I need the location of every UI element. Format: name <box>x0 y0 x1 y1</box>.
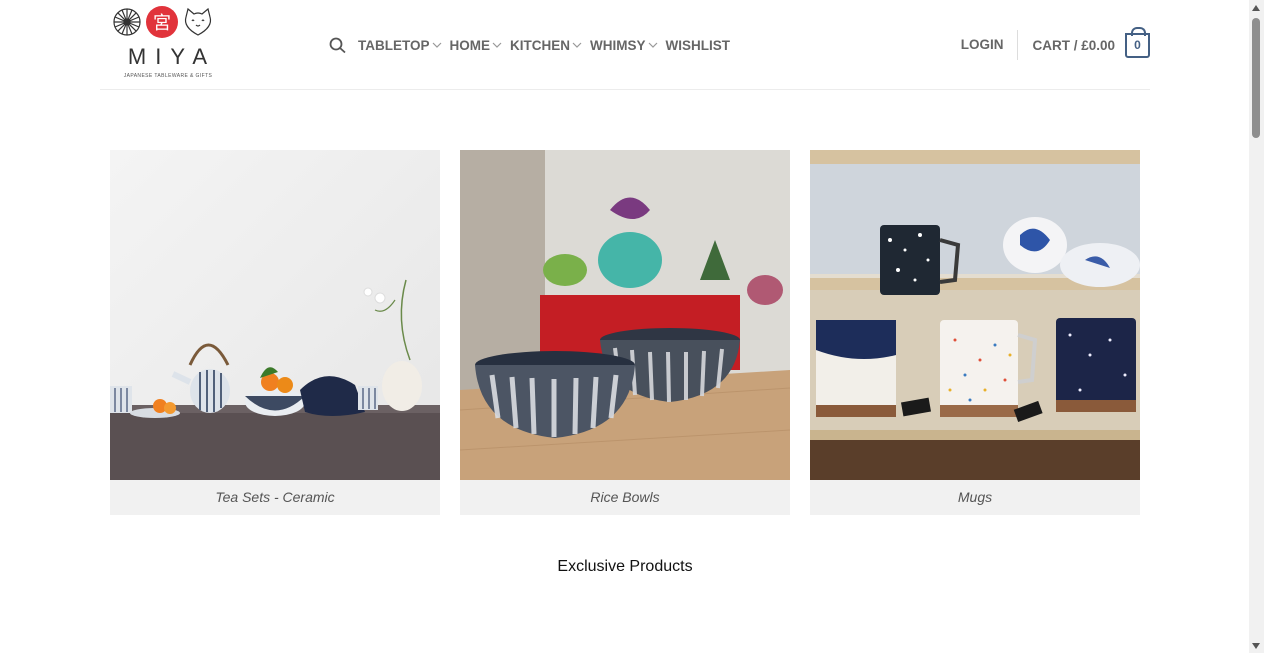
cart-link[interactable]: CART / £0.00 <box>1032 38 1115 53</box>
kanji-badge: 宮 <box>146 6 178 38</box>
category-image-rice-bowls[interactable] <box>460 150 790 480</box>
nav-item-home[interactable]: HOME <box>450 38 503 53</box>
scroll-down-icon[interactable] <box>1252 643 1260 649</box>
nav-item-label: WHIMSY <box>590 37 646 53</box>
header-actions: LOGIN CART / £0.00 0 <box>961 26 1150 60</box>
category-caption[interactable]: Mugs <box>810 480 1140 515</box>
section-title-exclusive-products: Exclusive Products <box>557 558 693 575</box>
rice-bowls-photo <box>460 150 790 480</box>
scrollbar-thumb[interactable] <box>1252 18 1260 138</box>
category-card-mugs[interactable]: Mugs <box>810 150 1140 515</box>
login-link[interactable]: LOGIN <box>961 30 1019 60</box>
category-grid: Tea Sets - Ceramic Rice Bowls Mugs <box>110 150 1140 515</box>
category-card-tea-sets[interactable]: Tea Sets - Ceramic <box>110 150 440 515</box>
logo-icons: 宮 <box>112 6 224 38</box>
chrysanthemum-icon <box>113 8 141 36</box>
cart-count-badge[interactable]: 0 <box>1125 26 1150 58</box>
nav-item-whimsy[interactable]: WHIMSY <box>590 38 658 53</box>
nav-item-label: WISHLIST <box>665 37 731 53</box>
nav-item-tabletop[interactable]: TABLETOP <box>358 38 442 53</box>
nav-item-label: TABLETOP <box>358 37 430 53</box>
category-image-mugs[interactable] <box>810 150 1140 480</box>
nav-item-label: KITCHEN <box>510 37 571 53</box>
brand-tagline: JAPANESE TABLEWARE & GIFTS <box>123 73 213 79</box>
nav-item-wishlist[interactable]: WISHLIST <box>666 38 731 53</box>
site-logo[interactable]: 宮 MIYA JAPANESE TABLEWARE & GIFTS <box>112 6 224 86</box>
category-image-tea-sets[interactable] <box>110 150 440 480</box>
lucky-cat-icon <box>184 7 212 36</box>
category-caption[interactable]: Rice Bowls <box>460 480 790 515</box>
chevron-down-icon <box>572 42 582 48</box>
main-nav: TABLETOP HOME KITCHEN WHIMSY WISHLIST <box>328 36 738 54</box>
category-caption[interactable]: Tea Sets - Ceramic <box>110 480 440 515</box>
nav-item-label: HOME <box>449 37 491 53</box>
chevron-down-icon <box>648 42 657 48</box>
chevron-down-icon <box>432 42 441 48</box>
page-scrollbar[interactable] <box>1249 0 1264 653</box>
search-icon[interactable] <box>328 36 348 54</box>
brand-name: MIYA <box>127 44 217 69</box>
chevron-down-icon <box>492 42 502 48</box>
scroll-up-icon[interactable] <box>1252 5 1260 11</box>
nav-item-kitchen[interactable]: KITCHEN <box>510 38 582 53</box>
kanji-text: 宮 <box>153 13 171 34</box>
category-card-rice-bowls[interactable]: Rice Bowls <box>460 150 790 515</box>
mugs-photo <box>810 150 1140 480</box>
site-header: 宮 MIYA JAPANESE TABLEWARE & GIFTS TABLET… <box>100 0 1150 90</box>
tea-set-photo <box>110 150 440 480</box>
